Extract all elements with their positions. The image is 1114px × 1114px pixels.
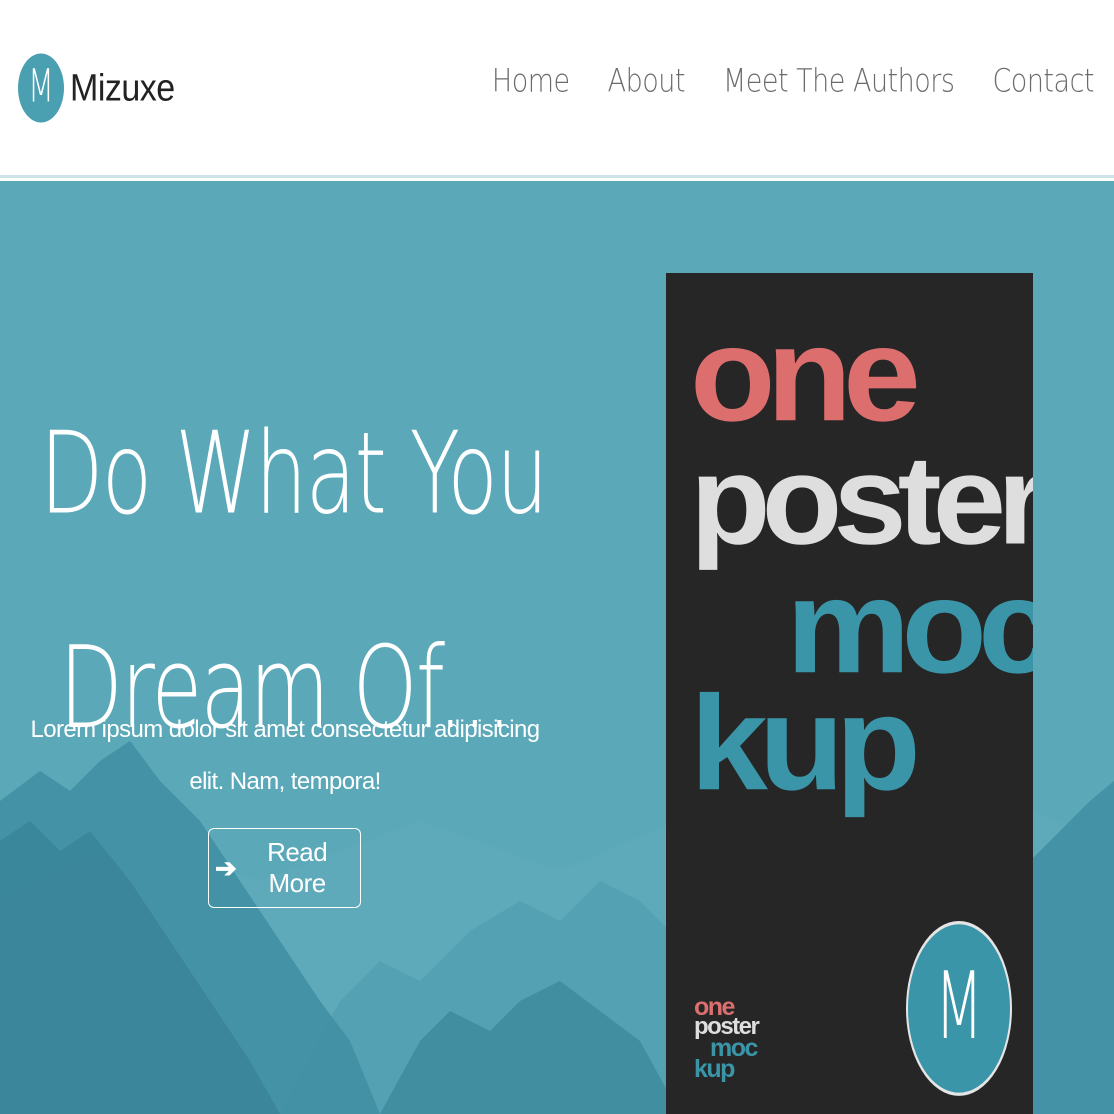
navbar: M Mizuxe Home About Meet The Authors Con… [0,0,1114,178]
arrow-right-icon: ➔ [215,852,237,883]
poster-badge-icon: M [906,921,1012,1096]
brand-link[interactable]: M Mizuxe [18,51,175,125]
hero-title-line-1: Do What You [39,407,549,540]
nav-link-meet-the-authors[interactable]: Meet The Authors [723,63,955,100]
read-more-button[interactable]: ➔ Read More [208,828,361,908]
logo-letter: M [18,53,64,123]
hero-subtitle: Lorem ipsum dolor sit amet consectetur a… [30,716,541,795]
brand-logo-icon: M [18,51,64,125]
mini-poster-logo: one poster moc kup [694,995,784,1095]
poster-badge-letter: M [906,921,1012,1096]
nav-link-home[interactable]: Home [492,63,570,100]
brand-name: Mizuxe [70,66,175,109]
poster-mockup-image: one poster moc kup one poster moc kup M [666,273,1033,1114]
mini-word-kup: kup [694,1055,735,1083]
poster-word-poster: poster [690,429,1033,571]
hero-content: Do What You Dream Of... Lorem ipsum dolo… [0,366,570,795]
poster-word-kup: kup [690,667,921,819]
nav-link-contact[interactable]: Contact [992,63,1094,100]
hero-section: Do What You Dream Of... Lorem ipsum dolo… [0,181,1114,1114]
poster-word-one: one [690,298,921,450]
nav-link-about[interactable]: About [608,63,686,100]
nav-menu: Home About Meet The Authors Contact [492,63,1095,100]
read-more-label: Read More [267,837,328,898]
